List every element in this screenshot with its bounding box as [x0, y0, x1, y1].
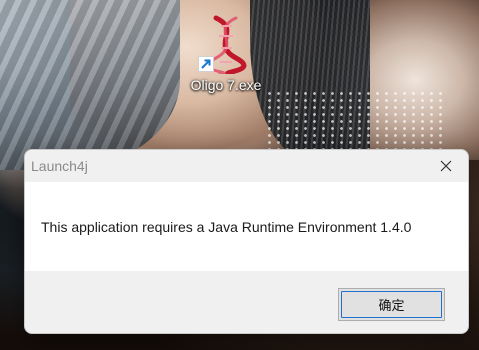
- ok-button-label: 确定: [378, 299, 405, 314]
- dna-helix-icon: [198, 14, 250, 77]
- close-button[interactable]: [424, 150, 468, 182]
- ok-button[interactable]: 确定: [338, 288, 445, 321]
- launch4j-dialog: Launch4j This application requires a Jav…: [24, 149, 469, 334]
- desktop-icon-label: Oligo 7.exe: [190, 77, 262, 93]
- desktop-shortcut-oligo[interactable]: Oligo 7.exe: [176, 14, 276, 106]
- dialog-title: Launch4j: [31, 158, 88, 174]
- close-icon: [440, 160, 452, 172]
- dialog-footer: 确定: [25, 271, 468, 333]
- dialog-titlebar[interactable]: Launch4j: [25, 150, 468, 182]
- shortcut-arrow-icon: [198, 56, 214, 72]
- error-message: This application requires a Java Runtime…: [41, 219, 412, 235]
- dialog-content: This application requires a Java Runtime…: [25, 182, 468, 271]
